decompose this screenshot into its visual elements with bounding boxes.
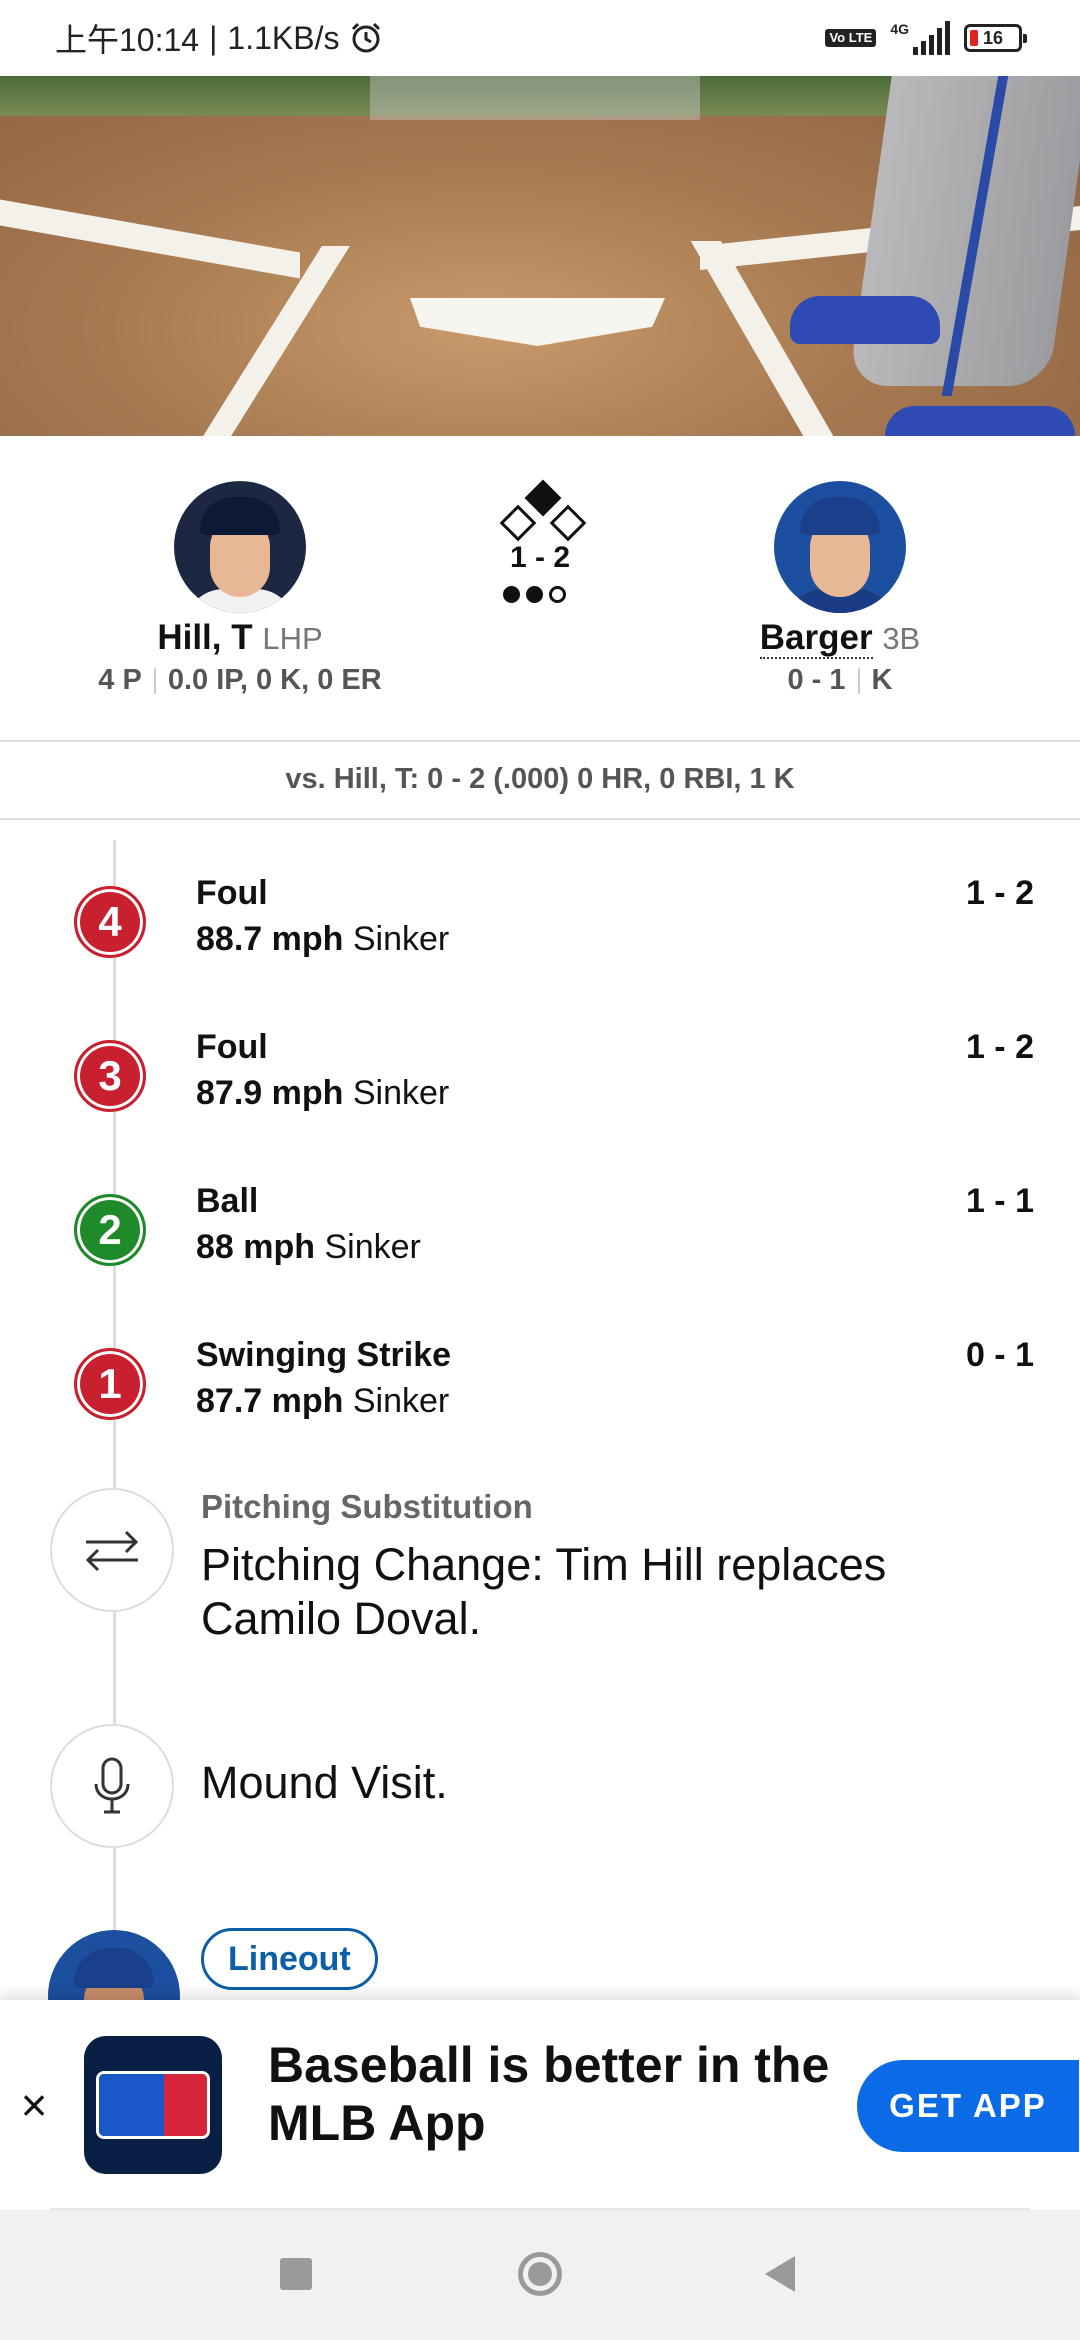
out-dot — [503, 586, 520, 603]
swap-arrows-icon — [50, 1488, 174, 1612]
app-install-banner: × Baseball is better in the MLB App GET … — [0, 2000, 1080, 2210]
pitch-number-badge: 1 — [74, 1348, 146, 1420]
pitch-result: Swinging Strike — [196, 1336, 452, 1374]
back-triangle-icon — [765, 2256, 795, 2292]
pitch-type: Sinker — [352, 1382, 450, 1420]
substitution-text: Pitching Change: Tim Hill replaces Camil… — [201, 1539, 887, 1644]
status-right: Vo LTE 4G 16 — [825, 21, 1027, 55]
microphone-icon — [50, 1724, 174, 1848]
status-left: 上午10:14 | 1.1KB/s — [55, 15, 383, 61]
pitcher-avatar[interactable] — [174, 481, 306, 613]
third-base-icon — [499, 504, 537, 542]
pitcher-position: LHP — [262, 621, 323, 656]
pitch-detail: 88.7 mph Sinker — [196, 920, 449, 959]
home-plate — [410, 298, 665, 346]
pitch-detail: 87.9 mph Sinker — [196, 1074, 449, 1113]
pitch-result: Foul — [196, 874, 268, 912]
status-sep: | — [209, 19, 218, 56]
pitch-result: Ball — [196, 1182, 259, 1220]
pitch-count: 1 - 1 — [965, 1182, 1034, 1220]
batter-stats: 0 - 1 K — [690, 664, 990, 697]
batter-name-text[interactable]: Barger — [759, 618, 873, 659]
first-base-icon — [549, 504, 587, 542]
status-speed: 1.1KB/s — [227, 19, 340, 56]
batter-position: 3B — [882, 621, 921, 656]
home-button[interactable] — [510, 2244, 570, 2304]
volte-icon: Vo LTE — [825, 29, 877, 47]
pitch-number-badge: 2 — [74, 1194, 146, 1266]
pitch-speed: 87.9 mph — [196, 1074, 344, 1112]
pitch-feed[interactable]: 4 Foul 88.7 mph Sinker 1 - 2 3 Foul 87.9… — [0, 820, 1080, 2000]
second-base-icon — [524, 479, 562, 517]
pitcher-name-text: Hill, T — [157, 618, 253, 657]
pitch-type: Sinker — [324, 1228, 421, 1266]
pitch-speed: 88.7 mph — [196, 920, 344, 958]
pitch-number-badge: 4 — [74, 886, 146, 958]
batter-hits: 0 - 1 — [787, 664, 846, 696]
pitch-result: Foul — [196, 1028, 268, 1066]
status-time: 上午10:14 — [55, 22, 200, 58]
get-app-button[interactable]: GET APP — [857, 2060, 1079, 2152]
matchup-panel: Hill, T LHP 4 P 0.0 IP, 0 K, 0 ER 1 - 2 B… — [0, 436, 1080, 742]
close-icon[interactable]: × — [14, 2078, 54, 2132]
batter-avatar[interactable] — [774, 481, 906, 613]
mlb-logo — [84, 2036, 222, 2174]
pitcher-line: 0.0 IP, 0 K, 0 ER — [167, 664, 382, 696]
system-nav-bar — [0, 2210, 1080, 2340]
back-button[interactable] — [750, 2244, 810, 2304]
batter-vs-pitcher-line: vs. Hill, T: 0 - 2 (.000) 0 HR, 0 RBI, 1… — [0, 740, 1080, 820]
substitution-title: Pitching Substitution — [201, 1488, 533, 1525]
pitch-count: 0 - 1 — [965, 1336, 1034, 1374]
pitch-speed: 87.7 mph — [196, 1382, 344, 1420]
ball-strike-count: 1 - 2 — [509, 541, 571, 574]
pitcher-name[interactable]: Hill, T LHP — [80, 618, 400, 658]
battery-level: 16 — [983, 27, 1004, 48]
batter-name[interactable]: Barger 3B — [690, 618, 990, 659]
pitch-row: 1 Swinging Strike 87.7 mph Sinker 0 - 1 — [0, 1332, 1080, 1442]
pitch-type: Sinker — [352, 920, 450, 958]
mound-visit-text: Mound Visit. — [201, 1757, 448, 1808]
home-circle-icon — [518, 2252, 562, 2296]
battery-icon: 16 — [964, 24, 1027, 52]
pitch-count: 1 - 2 — [965, 874, 1034, 912]
pitch-detail: 87.7 mph Sinker — [196, 1382, 449, 1421]
alarm-icon — [352, 22, 381, 53]
batter-result: K — [871, 664, 893, 696]
pitch-row: 4 Foul 88.7 mph Sinker 1 - 2 — [0, 870, 1080, 980]
pitch-detail: 88 mph Sinker — [196, 1228, 421, 1267]
pitch-type: Sinker — [352, 1074, 450, 1112]
banner-text: Baseball is better in the MLB App — [268, 2037, 830, 2151]
pitch-row: 2 Ball 88 mph Sinker 1 - 1 — [0, 1178, 1080, 1288]
signal-icon — [913, 21, 950, 55]
status-bar: 上午10:14 | 1.1KB/s Vo LTE 4G 16 — [0, 0, 1080, 76]
pitch-row: 3 Foul 87.9 mph Sinker 1 - 2 — [0, 1024, 1080, 1134]
out-dot — [549, 586, 566, 603]
base-diamond — [499, 479, 587, 542]
square-icon — [280, 2258, 312, 2290]
pitch-count: 1 - 2 — [965, 1028, 1034, 1066]
hero-field-image — [0, 76, 1080, 436]
pitcher-stats: 4 P 0.0 IP, 0 K, 0 ER — [30, 664, 450, 697]
lineout-badge[interactable]: Lineout — [201, 1928, 378, 1990]
recent-apps-button[interactable] — [266, 2244, 326, 2304]
lineout-player-avatar[interactable] — [48, 1930, 180, 2000]
outs-indicator — [503, 586, 583, 603]
network-label: 4G — [890, 21, 909, 37]
pitcher-pitches: 4 P — [98, 664, 142, 696]
out-dot — [526, 586, 543, 603]
pitch-number-badge: 3 — [74, 1040, 146, 1112]
pitch-speed: 88 mph — [196, 1228, 316, 1266]
